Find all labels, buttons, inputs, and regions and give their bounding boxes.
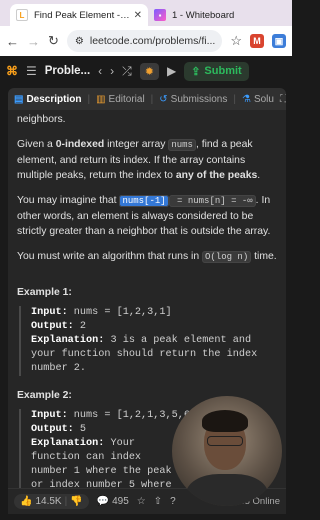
back-icon[interactable]: ← <box>6 34 19 49</box>
example-explanation: Explanation: Your function can index num… <box>31 437 181 488</box>
bookmark-star-icon[interactable]: ☆ <box>230 33 242 49</box>
tab-label: Submissions <box>170 93 228 105</box>
browser-toolbar: ← → ↻ ⚙ leetcode.com/problems/fi... ☆ M … <box>0 26 292 56</box>
favorite-star-icon[interactable]: ☆ <box>137 496 146 507</box>
text: . <box>257 170 261 181</box>
example-output: Output: 2 <box>31 320 277 334</box>
shuffle-icon[interactable]: ⤮ <box>122 64 132 79</box>
text: You may imagine that <box>17 195 120 206</box>
label: Input: <box>31 410 68 421</box>
tab-title: Find Peak Element - LeetCode <box>34 9 130 21</box>
description-icon: ▤ <box>14 93 24 105</box>
extension-icon[interactable]: ▣ <box>272 34 286 48</box>
divider: | <box>233 93 236 105</box>
bold-text: any of the peaks <box>175 170 258 181</box>
webcam-person-hair <box>202 410 248 432</box>
divider: | <box>150 93 154 105</box>
comment-icon: 💬 <box>96 496 110 507</box>
description-paragraph-2: You may imagine that nums[-1] = nums[n] … <box>17 193 277 239</box>
value: nums = [1,2,3,1] <box>67 307 172 318</box>
webcam-person-body <box>186 474 268 506</box>
selected-inline-code[interactable]: nums[-1] <box>119 195 169 207</box>
label: Output: <box>31 424 74 435</box>
inline-code: O(log n) <box>202 251 252 263</box>
like-count: 14.5K <box>35 496 62 507</box>
tab-label: Editorial <box>108 93 145 105</box>
inline-code: nums <box>168 139 196 151</box>
example-input: Input: nums = [1,2,3,1] <box>31 306 277 320</box>
flask-icon: ⚗ <box>241 93 251 105</box>
tab-label: Solu <box>253 93 274 105</box>
tab-editorial[interactable]: ▥ Editorial <box>96 94 145 105</box>
panel-tabs: ▤ Description | ▥ Editorial | ↺ Submissi… <box>8 88 286 110</box>
site-info-icon[interactable]: ⚙ <box>75 36 84 47</box>
label: Explanation: <box>31 438 105 449</box>
divider: | <box>64 496 68 507</box>
example-explanation: Explanation: 3 is a peak element and you… <box>31 334 277 376</box>
comments-button[interactable]: 💬 495 <box>97 496 129 507</box>
address-bar[interactable]: ⚙ leetcode.com/problems/fi... <box>66 30 223 52</box>
forward-icon[interactable]: → <box>27 34 40 49</box>
history-icon: ↺ <box>159 93 168 105</box>
browser-tab-strip: L Find Peak Element - LeetCode ✕ ▪ 1 - W… <box>0 0 292 26</box>
divider: | <box>87 93 91 105</box>
thumbs-down-icon[interactable]: 👎 <box>70 496 82 507</box>
description-paragraph-3: You must write an algorithm that runs in… <box>17 249 277 265</box>
webcam-person-glasses <box>207 436 243 446</box>
label: Input: <box>31 307 68 318</box>
tab-description[interactable]: ▤ Description <box>14 94 81 105</box>
label: Output: <box>31 321 74 332</box>
submit-button[interactable]: ⇪ Submit <box>184 61 249 81</box>
problem-list-link[interactable]: Proble... <box>45 65 90 77</box>
label: Explanation: <box>31 335 105 346</box>
text: You must write an algorithm that runs in <box>17 251 203 262</box>
whiteboard-favicon-icon: ▪ <box>154 9 166 21</box>
leetcode-favicon-icon: L <box>16 9 28 21</box>
url-text: leetcode.com/problems/fi... <box>89 35 216 47</box>
submit-label: Submit <box>204 65 242 77</box>
thumbs-up-icon: 👍 <box>20 496 33 507</box>
next-problem-icon[interactable]: › <box>110 64 114 78</box>
value: 5 <box>73 424 87 435</box>
close-icon[interactable]: ✕ <box>134 10 142 21</box>
editorial-icon: ▥ <box>96 93 106 105</box>
bold-text: 0-indexed <box>55 139 105 150</box>
extension-icon[interactable]: M <box>250 34 264 48</box>
description-fragment: neighbors. <box>17 114 66 125</box>
like-button[interactable]: 👍 14.5K | 👎 <box>14 494 89 509</box>
text: time. <box>251 251 277 262</box>
text: Given a <box>17 139 56 150</box>
tab-submissions[interactable]: ↺ Submissions <box>159 94 227 105</box>
description-paragraph-1: Given a 0-indexed integer array nums, fi… <box>17 137 277 183</box>
help-icon[interactable]: ? <box>170 496 176 507</box>
tab-solutions[interactable]: ⚗ Solu <box>242 94 274 105</box>
tab-title: 1 - Whiteboard <box>172 9 235 21</box>
inline-code: = nums[n] = -∞ <box>168 195 256 207</box>
share-icon[interactable]: ⇧ <box>154 496 162 507</box>
tab-label: Description <box>26 93 82 105</box>
reload-icon[interactable]: ↻ <box>48 33 59 49</box>
expand-icon[interactable]: ⛶ <box>280 94 286 105</box>
leetcode-header: ⌘ ☰ Proble... ‹ › ⤮ ✹ ▶ ⇪ Submit <box>0 56 292 86</box>
list-icon[interactable]: ☰ <box>26 64 37 78</box>
prev-problem-icon[interactable]: ‹ <box>98 64 102 78</box>
debug-icon[interactable]: ✹ <box>139 62 159 80</box>
browser-tab-leetcode[interactable]: L Find Peak Element - LeetCode ✕ <box>10 4 148 26</box>
comment-count: 495 <box>112 496 129 507</box>
value: 2 <box>73 321 87 332</box>
run-icon[interactable]: ▶ <box>167 64 176 78</box>
webcam-overlay <box>172 396 282 506</box>
example-title: Example 1: <box>17 287 72 298</box>
example-block: Input: nums = [1,2,3,1] Output: 2 Explan… <box>19 306 277 376</box>
text: integer array <box>104 139 169 150</box>
browser-tab-whiteboard[interactable]: ▪ 1 - Whiteboard <box>148 4 278 26</box>
upload-icon: ⇪ <box>191 65 201 78</box>
leetcode-logo-icon[interactable]: ⌘ <box>6 64 18 78</box>
